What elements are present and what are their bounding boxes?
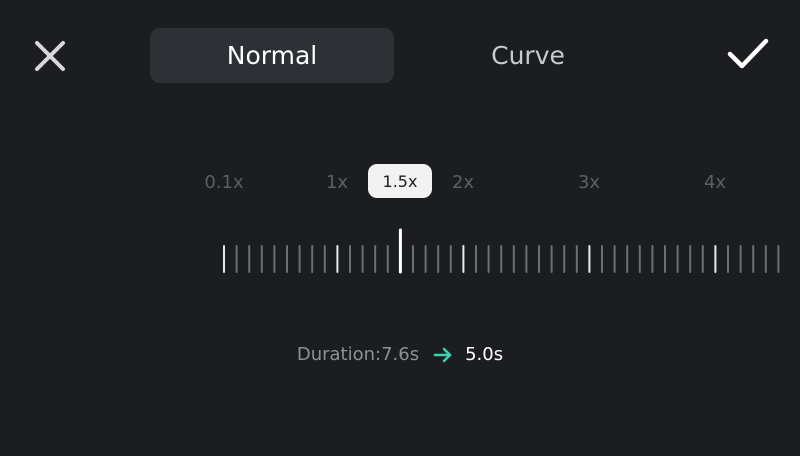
speed-mark-1x[interactable]: 1x bbox=[326, 172, 348, 193]
current-speed-badge: 1.5x bbox=[368, 164, 432, 198]
tab-normal-label: Normal bbox=[226, 41, 318, 70]
duration-row: Duration:7.6s 5.0s bbox=[0, 344, 800, 365]
arrow-right-icon bbox=[433, 347, 452, 362]
current-speed-value: 1.5x bbox=[382, 171, 418, 191]
speed-mark-3x[interactable]: 3x bbox=[578, 172, 600, 193]
tab-curve[interactable]: Curve bbox=[450, 28, 606, 83]
close-button[interactable] bbox=[30, 36, 70, 76]
speed-mark-0.1x[interactable]: 0.1x bbox=[204, 172, 243, 193]
speed-editor-screen: Normal Curve 0.1x 1x 2x 3x 4x 1.5x Durat… bbox=[0, 0, 800, 456]
close-icon bbox=[35, 41, 65, 71]
speed-slider[interactable] bbox=[215, 222, 787, 282]
duration-original: Duration:7.6s bbox=[296, 344, 420, 365]
speed-mark-4x[interactable]: 4x bbox=[704, 172, 726, 193]
check-icon bbox=[727, 38, 769, 69]
tab-normal[interactable]: Normal bbox=[150, 28, 394, 83]
speed-mark-2x[interactable]: 2x bbox=[452, 172, 474, 193]
tab-curve-label: Curve bbox=[491, 41, 565, 70]
confirm-button[interactable] bbox=[724, 34, 772, 74]
mode-tabs: Normal Curve bbox=[150, 28, 570, 84]
duration-new-value: 5.0s bbox=[465, 344, 504, 365]
